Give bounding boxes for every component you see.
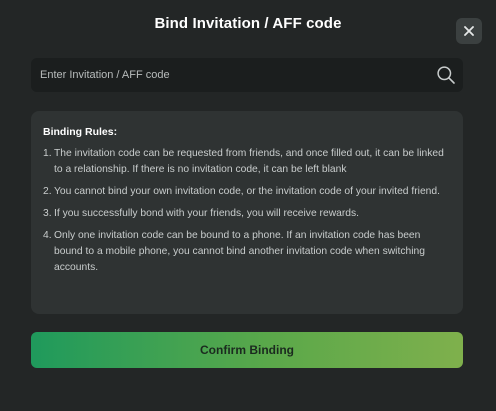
rule-text: The invitation code can be requested fro… bbox=[54, 148, 444, 175]
rule-text: You cannot bind your own invitation code… bbox=[54, 186, 440, 197]
binding-rules-panel: Binding Rules: 1. The invitation code ca… bbox=[31, 111, 463, 314]
rules-title: Binding Rules: bbox=[43, 126, 118, 138]
code-input-wrapper bbox=[31, 58, 463, 92]
rule-item: 4. Only one invitation code can be bound… bbox=[43, 228, 451, 276]
invitation-code-input[interactable] bbox=[31, 58, 435, 92]
close-button[interactable] bbox=[456, 18, 482, 44]
rule-item: 1. The invitation code can be requested … bbox=[43, 146, 451, 178]
rule-number: 4. bbox=[43, 230, 52, 241]
search-icon[interactable] bbox=[435, 64, 457, 86]
rule-text: If you successfully bond with your frien… bbox=[54, 208, 360, 219]
rule-text: Only one invitation code can be bound to… bbox=[54, 230, 425, 273]
confirm-binding-button[interactable]: Confirm Binding bbox=[31, 332, 463, 368]
rule-number: 3. bbox=[43, 208, 52, 219]
rule-item: 3. If you successfully bond with your fr… bbox=[43, 206, 451, 222]
rules-list: 1. The invitation code can be requested … bbox=[43, 146, 451, 276]
dialog-title: Bind Invitation / AFF code bbox=[154, 15, 342, 32]
close-icon bbox=[464, 26, 474, 36]
rule-item: 2. You cannot bind your own invitation c… bbox=[43, 184, 451, 200]
rule-number: 1. bbox=[43, 148, 52, 159]
bind-code-dialog: Bind Invitation / AFF code Binding Rules… bbox=[0, 0, 496, 411]
rule-number: 2. bbox=[43, 186, 52, 197]
